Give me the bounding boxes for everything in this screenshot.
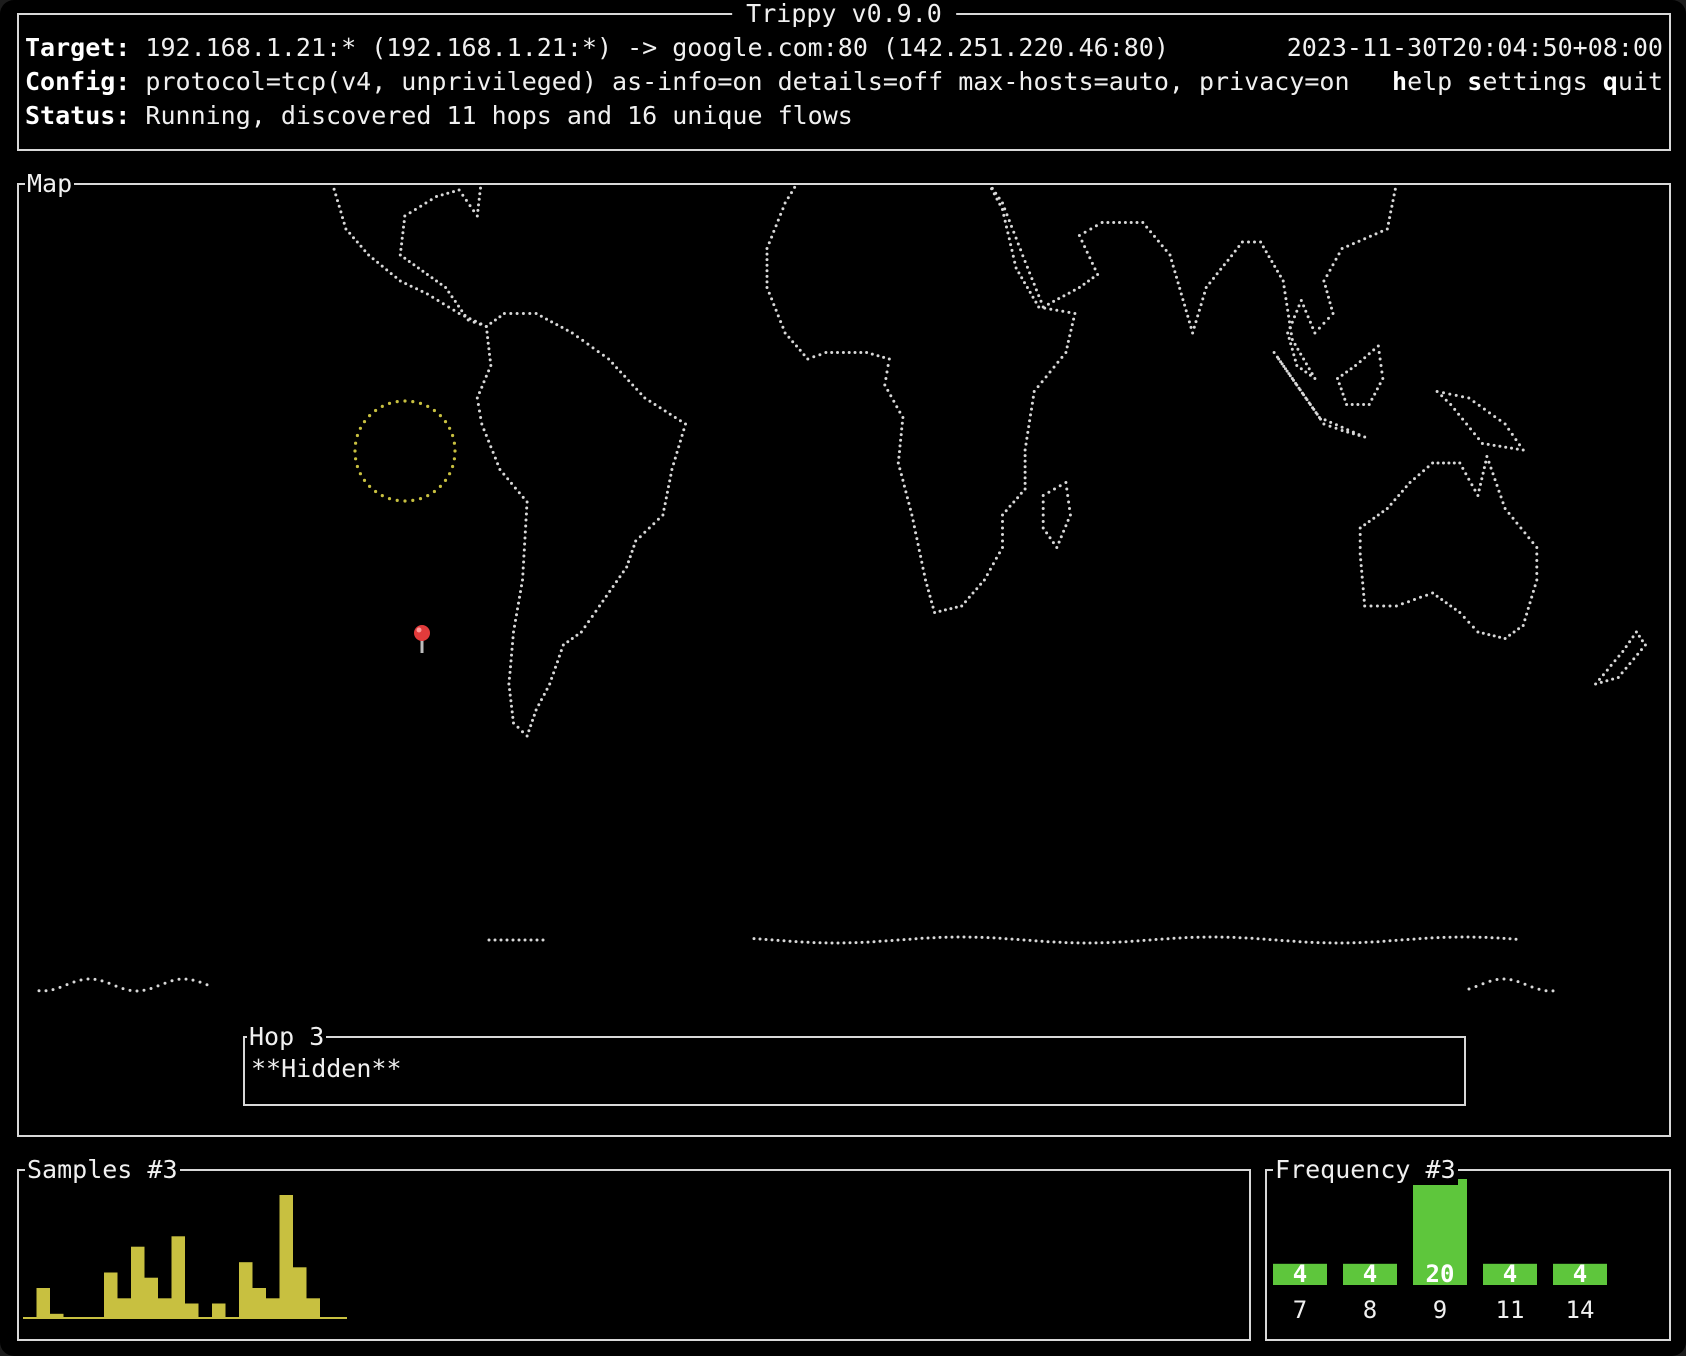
sample-bar [279, 1195, 293, 1319]
sample-bar [50, 1313, 64, 1319]
menu-settings[interactable]: settings [1467, 67, 1587, 96]
sample-bar [36, 1288, 50, 1319]
frequency-bar-value: 4 [1293, 1260, 1307, 1288]
sample-bar [158, 1298, 172, 1319]
world-map [37, 185, 1647, 993]
frequency-bar-label: 14 [1566, 1296, 1595, 1324]
config-label: Config: [25, 67, 131, 96]
samples-panel: Samples #3 [17, 1155, 1251, 1341]
frequency-bar-label: 11 [1496, 1296, 1525, 1324]
map-pin-icon [414, 625, 430, 653]
frequency-bar-value: 4 [1503, 1260, 1517, 1288]
sample-bar [239, 1262, 253, 1319]
key-menu: help settings quit [1392, 65, 1663, 99]
sample-bar [144, 1277, 158, 1319]
sample-bar [293, 1267, 307, 1319]
target-line: Target: 192.168.1.21:* (192.168.1.21:*) … [25, 31, 1169, 65]
sample-bar [77, 1317, 91, 1319]
status-line: Status: Running, discovered 11 hops and … [25, 99, 853, 133]
terminal-window: Trippy v0.9.0 Target: 192.168.1.21:* (19… [0, 0, 1686, 1356]
header-panel: Trippy v0.9.0 Target: 192.168.1.21:* (19… [17, 0, 1671, 151]
samples-title: Samples #3 [25, 1155, 180, 1185]
sample-bar [225, 1317, 239, 1319]
sample-bar [104, 1272, 118, 1319]
frequency-bar-label: 8 [1363, 1296, 1377, 1324]
sample-bar [90, 1317, 104, 1319]
status-label: Status: [25, 101, 131, 130]
sample-bar [333, 1317, 347, 1319]
frequency-bar-value: 20 [1426, 1260, 1455, 1288]
sample-bar [185, 1303, 199, 1319]
frequency-barchart: 4 7 4 8 20 9 4 11 4 14 [1273, 1179, 1607, 1324]
sample-bar [117, 1298, 131, 1319]
sample-bar [212, 1303, 226, 1319]
sample-bar [306, 1298, 320, 1319]
timestamp: 2023-11-30T20:04:50+08:00 [1286, 33, 1663, 62]
menu-quit[interactable]: quit [1603, 67, 1663, 96]
sample-bar [266, 1298, 280, 1319]
hop-title: Hop 3 [247, 1022, 327, 1052]
samples-sparkline [23, 1195, 347, 1319]
hop-details-text: **Hidden** [251, 1054, 402, 1083]
menu-help[interactable]: help [1392, 67, 1452, 96]
target-label: Target: [25, 33, 131, 62]
config-line: Config: protocol=tcp(v4, unprivileged) a… [25, 65, 1350, 99]
map-panel: Map Hop 3 **Hidden** [17, 169, 1671, 1137]
config-value: protocol=tcp(v4, unprivileged) as-info=o… [145, 67, 1350, 96]
sample-bar [320, 1317, 334, 1319]
sample-bar [171, 1236, 185, 1319]
app-title: Trippy v0.9.0 [732, 0, 956, 29]
sample-bar [198, 1317, 212, 1319]
frequency-bar-label: 7 [1293, 1296, 1307, 1324]
frequency-title: Frequency #3 [1273, 1155, 1458, 1185]
hop-details-panel: Hop 3 **Hidden** [243, 1022, 1466, 1106]
target-value: 192.168.1.21:* (192.168.1.21:*) -> googl… [145, 33, 1169, 62]
frequency-bar-label: 9 [1433, 1296, 1447, 1324]
sample-bar [252, 1288, 266, 1319]
sample-bar [131, 1246, 145, 1319]
status-value: Running, discovered 11 hops and 16 uniqu… [145, 101, 853, 130]
frequency-bar-value: 4 [1363, 1260, 1377, 1288]
frequency-bar-value: 4 [1573, 1260, 1587, 1288]
sample-bar [63, 1317, 77, 1319]
frequency-panel: Frequency #3 4 7 4 8 20 9 4 11 4 14 [1265, 1155, 1671, 1341]
sample-bar [23, 1317, 37, 1319]
